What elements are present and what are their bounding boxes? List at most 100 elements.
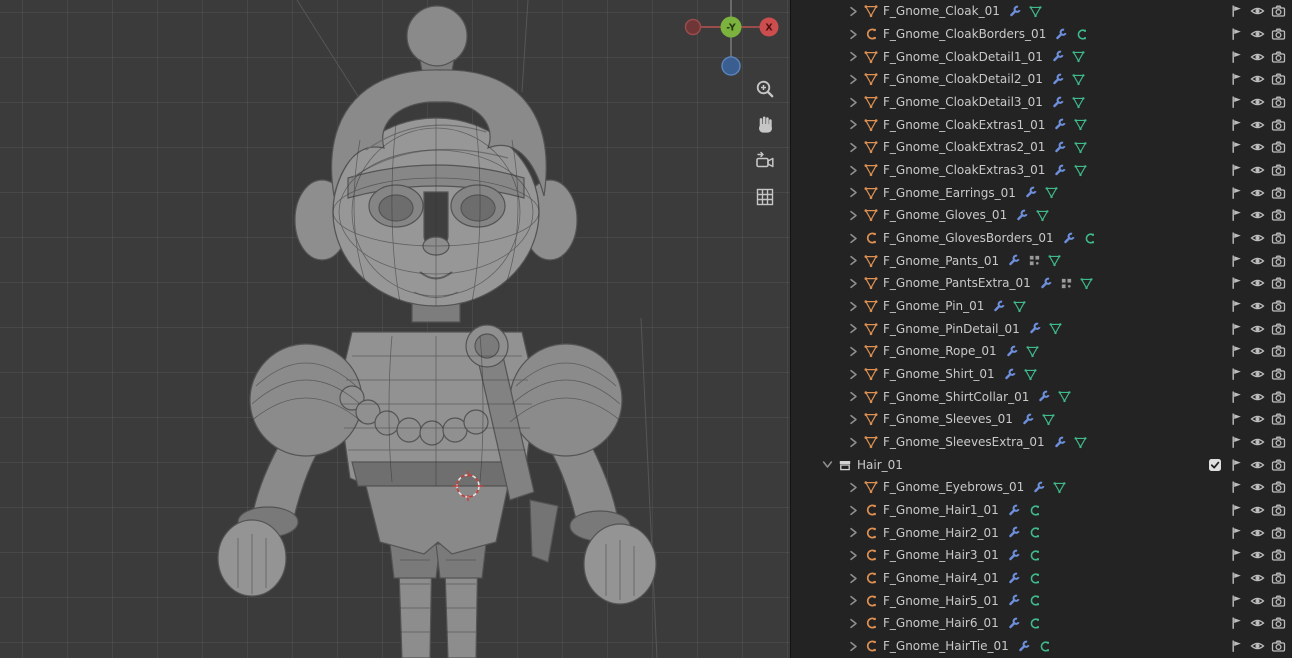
- outliner-panel[interactable]: F_Gnome_Cloak_01F_Gnome_CloakBorders_01F…: [790, 0, 1292, 658]
- hide-render-icon[interactable]: [1268, 163, 1289, 177]
- object-name[interactable]: F_Gnome_CloakDetail3_01: [883, 95, 1043, 109]
- expand-right-icon[interactable]: [845, 369, 861, 380]
- selectable-icon[interactable]: [1226, 344, 1247, 358]
- hide-render-icon[interactable]: [1268, 118, 1289, 132]
- outliner-row[interactable]: F_Gnome_Gloves_01: [791, 204, 1292, 227]
- selectable-icon[interactable]: [1226, 231, 1247, 245]
- hide-render-icon[interactable]: [1268, 480, 1289, 494]
- hide-viewport-icon[interactable]: [1247, 412, 1268, 426]
- selectable-icon[interactable]: [1226, 571, 1247, 585]
- selectable-icon[interactable]: [1226, 254, 1247, 268]
- hide-render-icon[interactable]: [1268, 616, 1289, 630]
- grid-toggle-button[interactable]: [751, 183, 779, 211]
- hide-viewport-icon[interactable]: [1247, 118, 1268, 132]
- expand-right-icon[interactable]: [845, 210, 861, 221]
- object-name[interactable]: F_Gnome_Hair5_01: [883, 594, 999, 608]
- object-name[interactable]: F_Gnome_HairTie_01: [883, 639, 1009, 653]
- object-name[interactable]: F_Gnome_Cloak_01: [883, 4, 1000, 18]
- hide-render-icon[interactable]: [1268, 299, 1289, 313]
- outliner-row[interactable]: F_Gnome_Hair5_01: [791, 589, 1292, 612]
- outliner-row[interactable]: F_Gnome_Hair6_01: [791, 612, 1292, 635]
- hide-viewport-icon[interactable]: [1247, 435, 1268, 449]
- object-name[interactable]: F_Gnome_CloakDetail1_01: [883, 50, 1043, 64]
- hide-viewport-icon[interactable]: [1247, 50, 1268, 64]
- viewport-3d[interactable]: -Y X: [0, 0, 790, 658]
- object-name[interactable]: F_Gnome_Hair3_01: [883, 548, 999, 562]
- pan-tool-button[interactable]: [751, 111, 779, 139]
- outliner-row[interactable]: F_Gnome_CloakDetail2_01: [791, 68, 1292, 91]
- selectable-icon[interactable]: [1226, 594, 1247, 608]
- hide-render-icon[interactable]: [1268, 50, 1289, 64]
- outliner-row[interactable]: F_Gnome_CloakDetail1_01: [791, 45, 1292, 68]
- selectable-icon[interactable]: [1226, 208, 1247, 222]
- hide-render-icon[interactable]: [1268, 639, 1289, 653]
- expand-right-icon[interactable]: [845, 527, 861, 538]
- hide-render-icon[interactable]: [1268, 458, 1289, 472]
- selectable-icon[interactable]: [1226, 72, 1247, 86]
- expand-right-icon[interactable]: [845, 165, 861, 176]
- outliner-row[interactable]: F_Gnome_CloakExtras1_01: [791, 113, 1292, 136]
- selectable-icon[interactable]: [1226, 390, 1247, 404]
- hide-render-icon[interactable]: [1268, 548, 1289, 562]
- hide-viewport-icon[interactable]: [1247, 208, 1268, 222]
- hide-viewport-icon[interactable]: [1247, 548, 1268, 562]
- expand-right-icon[interactable]: [845, 51, 861, 62]
- object-name[interactable]: F_Gnome_Shirt_01: [883, 367, 995, 381]
- expand-right-icon[interactable]: [845, 618, 861, 629]
- hide-render-icon[interactable]: [1268, 231, 1289, 245]
- expand-right-icon[interactable]: [845, 482, 861, 493]
- object-name[interactable]: F_Gnome_Pants_01: [883, 254, 999, 268]
- axis-neg-z-handle[interactable]: [722, 57, 740, 75]
- selectable-icon[interactable]: [1226, 367, 1247, 381]
- hide-viewport-icon[interactable]: [1247, 503, 1268, 517]
- collection-name[interactable]: Hair_01: [857, 458, 903, 472]
- object-name[interactable]: F_Gnome_Hair1_01: [883, 503, 999, 517]
- expand-right-icon[interactable]: [845, 595, 861, 606]
- object-name[interactable]: F_Gnome_Gloves_01: [883, 208, 1007, 222]
- object-name[interactable]: F_Gnome_CloakExtras2_01: [883, 140, 1045, 154]
- expand-right-icon[interactable]: [845, 641, 861, 652]
- selectable-icon[interactable]: [1226, 95, 1247, 109]
- selectable-icon[interactable]: [1226, 50, 1247, 64]
- expand-right-icon[interactable]: [845, 6, 861, 17]
- object-name[interactable]: F_Gnome_Rope_01: [883, 344, 997, 358]
- hide-render-icon[interactable]: [1268, 4, 1289, 18]
- selectable-icon[interactable]: [1226, 299, 1247, 313]
- hide-viewport-icon[interactable]: [1247, 254, 1268, 268]
- hide-viewport-icon[interactable]: [1247, 480, 1268, 494]
- outliner-row[interactable]: F_Gnome_CloakDetail3_01: [791, 91, 1292, 114]
- hide-render-icon[interactable]: [1268, 367, 1289, 381]
- hide-render-icon[interactable]: [1268, 95, 1289, 109]
- object-name[interactable]: F_Gnome_PantsExtra_01: [883, 276, 1031, 290]
- expand-right-icon[interactable]: [845, 573, 861, 584]
- outliner-row[interactable]: F_Gnome_Pin_01: [791, 295, 1292, 318]
- expand-right-icon[interactable]: [845, 142, 861, 153]
- selectable-icon[interactable]: [1226, 27, 1247, 41]
- selectable-icon[interactable]: [1226, 276, 1247, 290]
- hide-viewport-icon[interactable]: [1247, 27, 1268, 41]
- hide-viewport-icon[interactable]: [1247, 95, 1268, 109]
- outliner-row[interactable]: F_Gnome_CloakExtras3_01: [791, 159, 1292, 182]
- selectable-icon[interactable]: [1226, 140, 1247, 154]
- outliner-row[interactable]: F_Gnome_Rope_01: [791, 340, 1292, 363]
- object-name[interactable]: F_Gnome_Eyebrows_01: [883, 480, 1024, 494]
- selectable-icon[interactable]: [1226, 412, 1247, 426]
- expand-right-icon[interactable]: [845, 505, 861, 516]
- hide-render-icon[interactable]: [1268, 571, 1289, 585]
- selectable-icon[interactable]: [1226, 616, 1247, 630]
- selectable-icon[interactable]: [1226, 4, 1247, 18]
- outliner-row[interactable]: F_Gnome_GlovesBorders_01: [791, 227, 1292, 250]
- hide-viewport-icon[interactable]: [1247, 4, 1268, 18]
- expand-down-icon[interactable]: [819, 460, 835, 469]
- expand-right-icon[interactable]: [845, 187, 861, 198]
- expand-right-icon[interactable]: [845, 301, 861, 312]
- hide-render-icon[interactable]: [1268, 140, 1289, 154]
- object-name[interactable]: F_Gnome_CloakExtras1_01: [883, 118, 1045, 132]
- object-name[interactable]: F_Gnome_ShirtCollar_01: [883, 390, 1029, 404]
- object-name[interactable]: F_Gnome_Hair2_01: [883, 526, 999, 540]
- expand-right-icon[interactable]: [845, 550, 861, 561]
- selectable-icon[interactable]: [1226, 526, 1247, 540]
- collection-checkbox[interactable]: [1204, 458, 1226, 472]
- object-name[interactable]: F_Gnome_Pin_01: [883, 299, 984, 313]
- hide-render-icon[interactable]: [1268, 322, 1289, 336]
